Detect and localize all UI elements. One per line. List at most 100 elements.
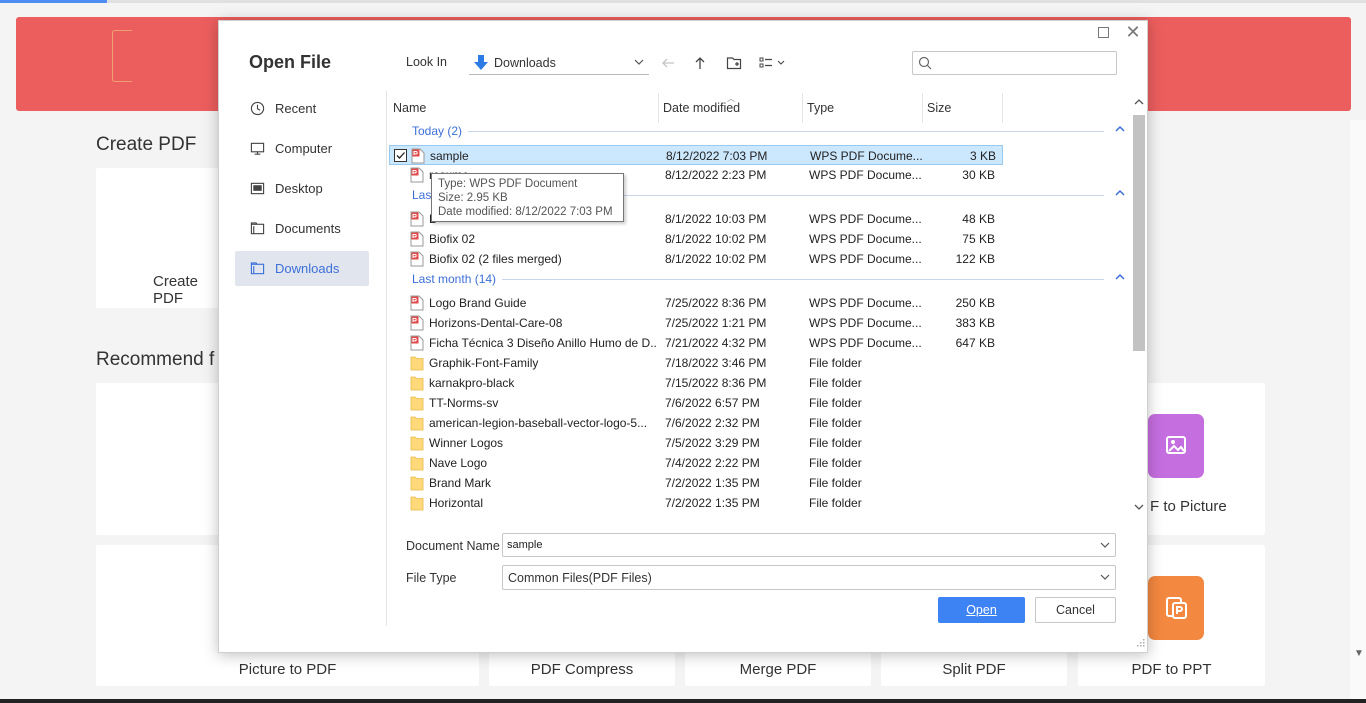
pdf-file-icon — [410, 167, 424, 183]
up-folder-button[interactable] — [690, 53, 710, 73]
view-mode-button[interactable] — [757, 53, 791, 73]
file-date: 7/21/2022 4:32 PM — [665, 336, 767, 350]
file-row[interactable]: Horizons-Dental-Care-08 7/25/2022 1:21 PM… — [389, 313, 1003, 333]
group-header[interactable]: Last month (14) — [389, 269, 1134, 289]
file-size: 75 KB — [962, 232, 995, 246]
file-row[interactable]: TT-Norms-sv 7/6/2022 6:57 PM File folder — [389, 393, 1003, 413]
folder-icon — [410, 456, 424, 471]
file-date: 7/2/2022 1:35 PM — [665, 496, 760, 510]
clock-icon — [249, 101, 265, 117]
split-pdf-label: Split PDF — [942, 661, 1006, 678]
file-row[interactable]: american-legion-baseball-vector-logo-5..… — [389, 413, 1003, 433]
app-scrollbar[interactable] — [1350, 120, 1366, 703]
file-size: 122 KB — [955, 252, 995, 266]
search-input[interactable] — [937, 54, 1113, 72]
group-header[interactable]: Today (2) — [389, 121, 1134, 141]
file-date: 7/15/2022 8:36 PM — [665, 376, 767, 390]
file-row[interactable]: Biofix 02 8/1/2022 10:02 PM WPS PDF Docume… — [389, 229, 1003, 249]
recommend-section-title: Recommend f — [96, 349, 215, 370]
collapse-icon[interactable] — [1114, 123, 1126, 135]
folder-icon — [410, 376, 424, 391]
file-row[interactable]: Nave Logo 7/4/2022 2:22 PM File folder — [389, 453, 1003, 473]
file-size: 250 KB — [955, 296, 995, 310]
search-box[interactable] — [912, 51, 1117, 75]
pdf-file-icon — [410, 295, 424, 311]
file-date: 7/2/2022 1:35 PM — [665, 476, 760, 490]
sidebar-item-label: Downloads — [275, 261, 340, 276]
file-type-select[interactable]: Common Files(PDF Files) — [502, 565, 1116, 590]
column-header-type[interactable]: Type — [803, 93, 923, 123]
file-date: 7/25/2022 1:21 PM — [665, 316, 767, 330]
file-name: karnakpro-black — [429, 376, 515, 390]
row-checkbox[interactable] — [394, 149, 407, 162]
cancel-button[interactable]: Cancel — [1035, 597, 1116, 623]
column-header-size[interactable]: Size — [923, 93, 1003, 123]
sidebar-item-label: Desktop — [275, 181, 323, 196]
look-in-select[interactable]: Downloads — [469, 51, 649, 75]
sidebar-divider — [386, 91, 387, 626]
folder-icon — [410, 496, 424, 511]
file-row[interactable]: Winner Logos 7/5/2022 3:29 PM File folder — [389, 433, 1003, 453]
file-info-tooltip: Type: WPS PDF Document Size: 2.95 KB Dat… — [431, 173, 624, 222]
sidebar-item-documents[interactable]: Documents — [235, 211, 369, 246]
sidebar-item-downloads[interactable]: Downloads — [235, 251, 369, 286]
documents-icon — [249, 221, 265, 237]
scrollbar-thumb[interactable] — [1133, 115, 1145, 351]
close-icon[interactable]: ✕ — [1125, 22, 1141, 43]
tooltip-type: Type: WPS PDF Document — [438, 178, 578, 190]
tooltip-date: Date modified: 8/12/2022 7:03 PM — [438, 206, 613, 218]
recommend-card[interactable] — [96, 383, 221, 535]
collapse-icon[interactable] — [1114, 187, 1126, 199]
folder-icon — [410, 356, 424, 371]
file-size: 48 KB — [962, 212, 995, 226]
sidebar-item-computer[interactable]: Computer — [235, 131, 369, 166]
column-header-name[interactable]: Name — [389, 93, 659, 123]
file-row[interactable]: Logo Brand Guide 7/25/2022 8:36 PM WPS PDF… — [389, 293, 1003, 313]
open-button[interactable]: Open — [938, 597, 1025, 623]
pdf-file-icon — [410, 231, 424, 247]
file-row[interactable]: Graphik-Font-Family 7/18/2022 3:46 PM File… — [389, 353, 1003, 373]
file-list[interactable]: Name Date modified Type Size ︿ Today (2)… — [389, 93, 1319, 513]
file-row[interactable]: Horizontal 7/2/2022 1:35 PM File folder — [389, 493, 1003, 513]
sidebar-item-recent[interactable]: Recent — [235, 91, 369, 126]
new-folder-button[interactable] — [724, 53, 744, 73]
sidebar-item-desktop[interactable]: Desktop — [235, 171, 369, 206]
file-date: 7/5/2022 3:29 PM — [665, 436, 760, 450]
desktop-icon — [249, 181, 265, 197]
document-name-input[interactable] — [507, 539, 1087, 551]
file-row[interactable]: Biofix 02 (2 files merged) 8/1/2022 10:02… — [389, 249, 1003, 269]
maximize-icon[interactable] — [1098, 27, 1109, 38]
file-name: Ficha Técnica 3 Diseño Anillo Humo de D.… — [429, 336, 657, 350]
create-pdf-card[interactable]: Create PDF — [96, 168, 231, 308]
chevron-down-icon[interactable] — [1099, 539, 1111, 551]
back-button[interactable] — [658, 53, 678, 73]
sidebar-item-label: Recent — [275, 101, 317, 116]
file-date: 8/12/2022 7:03 PM — [666, 149, 768, 163]
pdf-file-icon — [410, 335, 424, 351]
taskbar-edge — [0, 699, 1366, 703]
scroll-up-icon[interactable] — [1134, 98, 1144, 106]
file-name: Brand Mark — [429, 476, 492, 490]
tooltip-size: Size: 2.95 KB — [438, 192, 508, 204]
file-row[interactable]: karnakpro-black 7/15/2022 8:36 PM File fol… — [389, 373, 1003, 393]
resize-grip-icon[interactable] — [1137, 639, 1145, 647]
file-row[interactable]: sample 8/12/2022 7:03 PM WPS PDF Docume...… — [389, 145, 1003, 165]
pdf-file-icon — [410, 251, 424, 267]
file-type: File folder — [809, 376, 862, 390]
file-date: 8/1/2022 10:02 PM — [665, 232, 767, 246]
scroll-down-icon[interactable] — [1134, 503, 1144, 511]
open-file-dialog: Open File ✕ Recent Computer Desktop Docu… — [218, 20, 1148, 653]
file-row[interactable]: Brand Mark 7/2/2022 1:35 PM File folder — [389, 473, 1003, 493]
file-type: WPS PDF Docume... — [809, 316, 922, 330]
app-scroll-down-icon[interactable]: ▼ — [1354, 648, 1364, 659]
group-label: Last month (14) — [412, 272, 497, 286]
file-name: Nave Logo — [429, 456, 488, 470]
file-date: 7/25/2022 8:36 PM — [665, 296, 767, 310]
file-size: 30 KB — [962, 168, 995, 182]
file-type: WPS PDF Docume... — [809, 212, 922, 226]
document-name-combo[interactable] — [502, 533, 1116, 557]
file-row[interactable]: Ficha Técnica 3 Diseño Anillo Humo de D.… — [389, 333, 1003, 353]
look-in-value: Downloads — [494, 55, 556, 70]
collapse-icon[interactable] — [1114, 271, 1126, 283]
file-list-scrollbar[interactable] — [1131, 95, 1147, 515]
